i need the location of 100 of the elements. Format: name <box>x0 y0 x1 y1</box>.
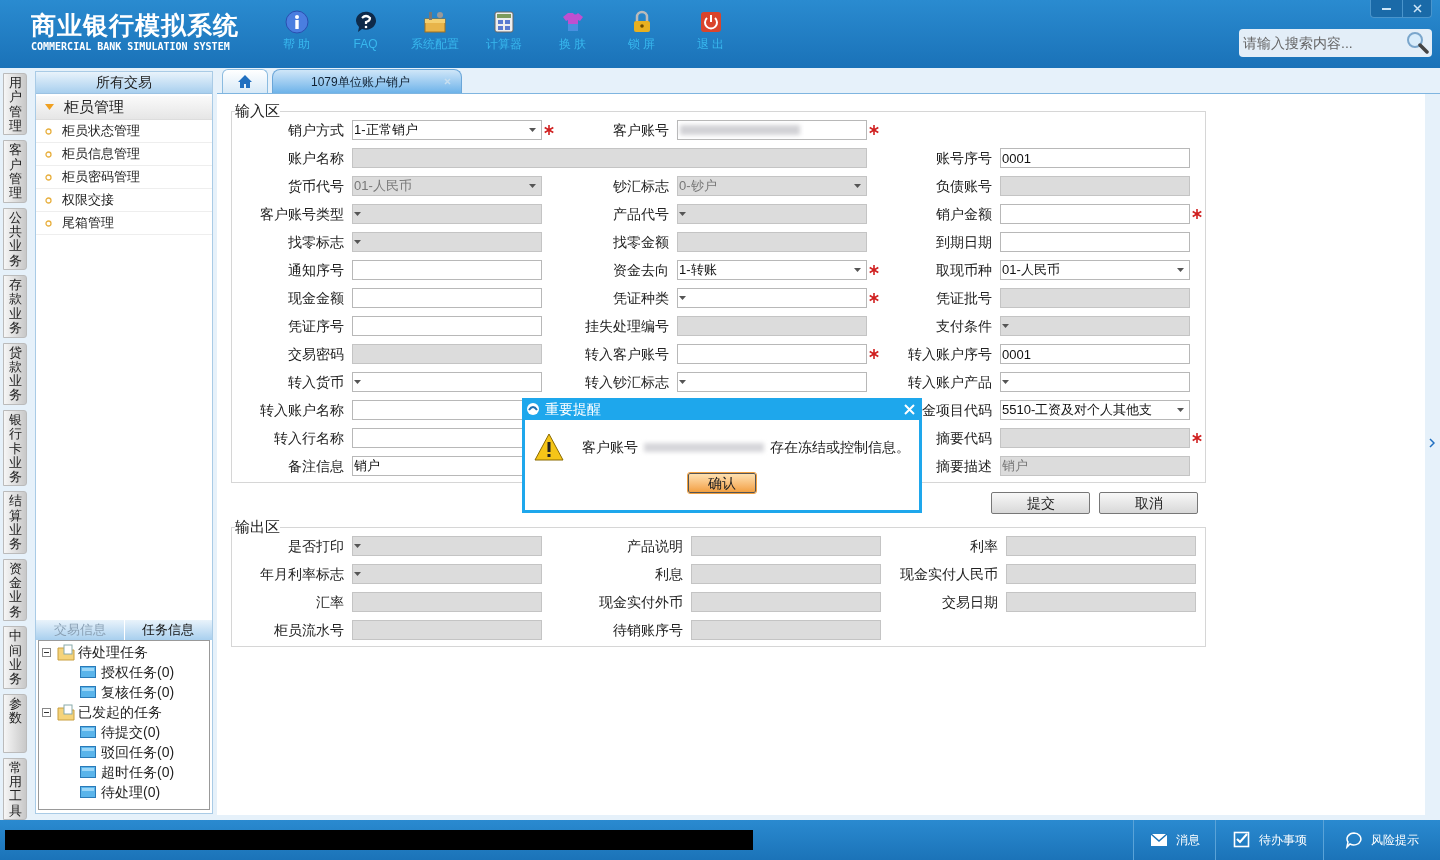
side-tab[interactable]: 存款业务 <box>3 275 27 338</box>
field-label: 转入客户账号 <box>585 344 669 364</box>
chevron-right-icon[interactable] <box>1429 438 1435 448</box>
field-label: 转入账户序号 <box>908 344 992 364</box>
app-subtitle: COMMERCIAL BANK SIMULATION SYSTEM <box>31 40 231 54</box>
tree-item[interactable]: 驳回任务(0) <box>101 741 175 763</box>
caret-icon <box>679 212 686 216</box>
close-icon <box>1412 4 1422 13</box>
field-label: 现金实付外币 <box>599 592 683 612</box>
circle-icon <box>45 173 52 181</box>
side-tab[interactable]: 资金业务 <box>3 558 27 622</box>
caret-icon <box>679 380 686 384</box>
side-tab[interactable]: 公共业务 <box>3 207 27 271</box>
menu-item[interactable]: 尾箱管理 <box>36 212 212 235</box>
folder-icon <box>80 724 96 740</box>
caret-icon <box>679 296 686 300</box>
confirm-button[interactable]: 确认 <box>688 473 756 493</box>
field-label: 支付条件 <box>936 316 992 336</box>
input-field[interactable] <box>352 260 542 280</box>
tree-item[interactable]: 已发起的任务 <box>78 701 162 723</box>
caret-icon <box>1002 380 1009 384</box>
tree-item[interactable]: 超时任务(0) <box>101 761 175 783</box>
folder-icon <box>80 744 96 760</box>
caret-icon <box>1002 324 1009 328</box>
side-tab[interactable]: 用户管理 <box>3 73 27 136</box>
input-field[interactable]: 0001 <box>1000 148 1190 168</box>
input-field[interactable] <box>352 316 542 336</box>
tree-item[interactable]: 复核任务(0) <box>101 681 175 703</box>
search-icon <box>1406 31 1429 54</box>
side-tab[interactable]: 贷款业务 <box>3 342 27 405</box>
input-field[interactable] <box>677 120 867 140</box>
field-label: 柜员流水号 <box>274 620 344 640</box>
dropdown-field[interactable]: 5510-工资及对个人其他支 <box>1000 400 1190 420</box>
field-label: 摘要描述 <box>936 456 992 476</box>
field-label: 转入行名称 <box>274 428 344 448</box>
input-field[interactable] <box>677 344 867 364</box>
tree-item[interactable]: 待处理(0) <box>101 781 161 803</box>
search-field[interactable]: 请输入搜索内容... <box>1239 29 1432 57</box>
field-label: 账号序号 <box>936 148 992 168</box>
field-label: 待销账序号 <box>613 620 683 640</box>
home-tab[interactable] <box>222 69 268 93</box>
side-tab[interactable]: 参数 <box>3 693 27 753</box>
dropdown-field[interactable] <box>352 372 542 392</box>
field-label: 利率 <box>970 536 998 556</box>
side-tab[interactable]: 客户管理 <box>3 140 27 203</box>
panel-tab[interactable]: 任务信息 <box>124 620 212 640</box>
status-button[interactable]: 待办事项 <box>1215 820 1323 860</box>
side-tab[interactable]: 银行卡业务 <box>3 409 27 487</box>
side-tab[interactable]: 中间业务 <box>3 626 27 689</box>
circle-icon <box>45 150 52 158</box>
field-label: 账户名称 <box>288 148 344 168</box>
help-bubble-icon <box>353 10 378 34</box>
field-label: 转入账户产品 <box>908 372 992 392</box>
input-field[interactable] <box>1000 204 1190 224</box>
field-label: 汇率 <box>316 592 344 612</box>
action-button[interactable]: 取消 <box>1099 492 1198 514</box>
caret-icon <box>854 268 861 272</box>
caret-icon <box>354 240 361 244</box>
tree-item[interactable]: 待提交(0) <box>101 721 161 743</box>
close-icon[interactable] <box>444 78 451 85</box>
dropdown-field[interactable] <box>677 288 867 308</box>
field-label: 销户方式 <box>288 120 344 140</box>
field-label: 交易密码 <box>288 344 344 364</box>
field-label: 备注信息 <box>288 456 344 476</box>
field-label: 利息 <box>655 564 683 584</box>
page-tab[interactable]: 1079单位账户销户 <box>272 69 462 93</box>
field-label: 通知序号 <box>288 260 344 280</box>
menu-item[interactable]: 柜员密码管理 <box>36 166 212 189</box>
dropdown-field[interactable]: 01-人民币 <box>1000 260 1190 280</box>
input-field[interactable] <box>1000 232 1190 252</box>
menu-item[interactable]: 柜员状态管理 <box>36 120 212 143</box>
side-tab[interactable]: 结算业务 <box>3 491 27 554</box>
menu-item[interactable]: 权限交接 <box>36 189 212 212</box>
group-header[interactable]: 柜员管理 <box>36 96 212 120</box>
input-field[interactable] <box>352 288 542 308</box>
caret-icon <box>1177 408 1184 412</box>
dropdown-field[interactable] <box>1000 372 1190 392</box>
collapse-icon[interactable] <box>42 647 51 657</box>
dialog-message: 客户账号 <box>582 437 638 457</box>
field-label: 货币代号 <box>288 176 344 196</box>
action-button[interactable]: 提交 <box>991 492 1090 514</box>
dropdown-field[interactable]: 1-转账 <box>677 260 867 280</box>
tree-item[interactable]: 授权任务(0) <box>101 661 175 683</box>
app-title: 商业银行模拟系统 <box>31 10 240 40</box>
status-button[interactable]: 风险提示 <box>1323 820 1440 860</box>
dropdown-field[interactable]: 1-正常销户 <box>352 120 542 140</box>
dropdown-field[interactable] <box>677 372 867 392</box>
close-button[interactable] <box>904 403 915 415</box>
side-tab[interactable]: 常用工具 <box>3 757 27 820</box>
section-title: 输入区 <box>235 102 280 120</box>
collapse-icon[interactable] <box>42 707 51 717</box>
dialog-message: 存在冻结或控制信息。 <box>770 437 910 457</box>
menu-item[interactable]: 柜员信息管理 <box>36 143 212 166</box>
circle-icon <box>45 127 52 135</box>
caret-icon <box>354 212 361 216</box>
input-field[interactable]: 0001 <box>1000 344 1190 364</box>
status-button[interactable]: 消息 <box>1133 820 1215 860</box>
tree-item[interactable]: 待处理任务 <box>78 641 148 663</box>
checkbox-icon <box>1232 831 1251 849</box>
field-label: 转入账户名称 <box>260 400 344 420</box>
